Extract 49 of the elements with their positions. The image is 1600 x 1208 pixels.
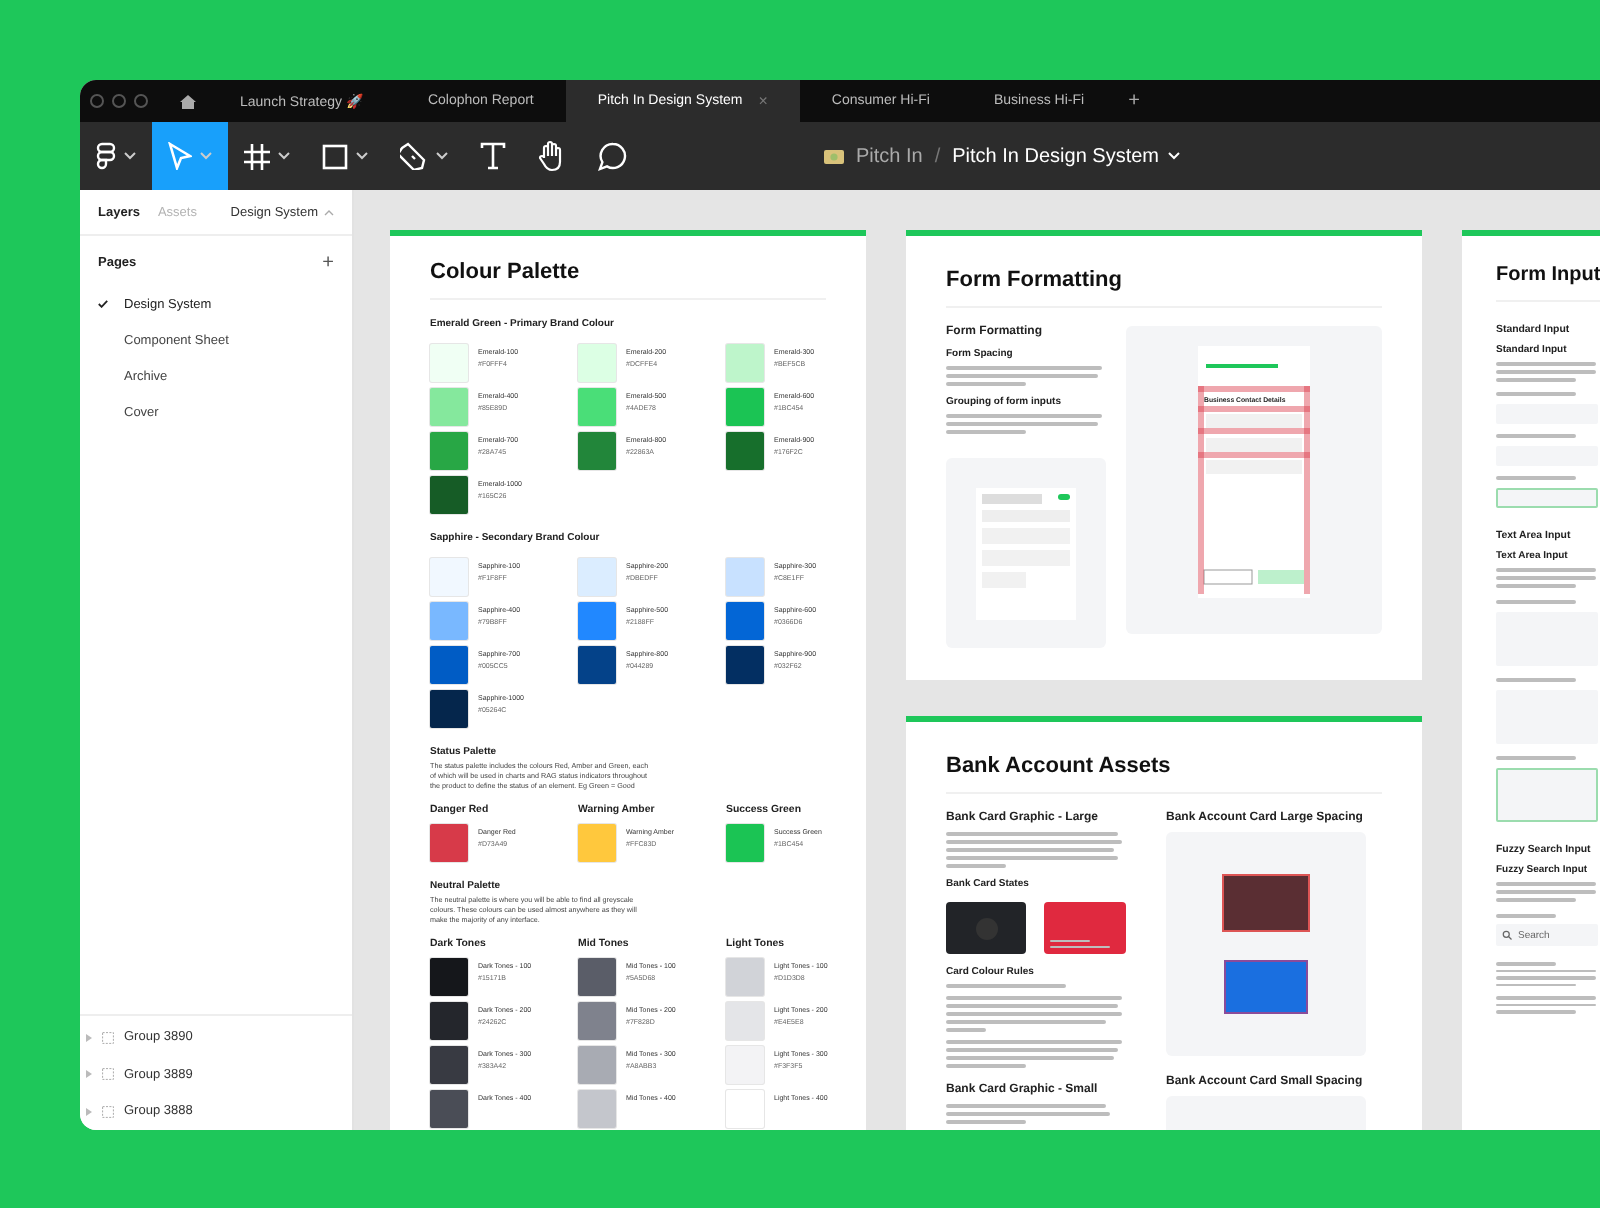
text-lines-drawing [1496, 600, 1576, 604]
text-lines-drawing [1496, 756, 1576, 760]
caret-icon [200, 152, 212, 160]
hand-icon [538, 140, 566, 172]
text-lines-drawing [1496, 434, 1576, 438]
figma-logo-icon [96, 142, 116, 170]
caret-icon [356, 152, 368, 160]
caret-icon [124, 152, 136, 160]
text-tool-icon [480, 142, 506, 170]
comment-icon [598, 141, 628, 171]
group-icon [102, 1031, 114, 1044]
window-zoom-control[interactable] [134, 94, 148, 108]
text-lines-drawing [1050, 939, 1111, 948]
text-lines-drawing [1496, 392, 1576, 396]
file-name-menu[interactable]: Pitch In Design System [952, 145, 1180, 167]
frame-title: Colour Palette [430, 260, 826, 300]
caret-icon [1167, 152, 1180, 160]
team-name[interactable]: Pitch In [856, 145, 923, 167]
group-icon [102, 1068, 114, 1081]
text-lines-drawing [1496, 568, 1596, 588]
check-icon [98, 300, 108, 308]
window-minimize-control[interactable] [112, 94, 126, 108]
caret-icon [436, 152, 448, 160]
frame-title: Form Input [1496, 264, 1600, 302]
text-lines-drawing [1496, 882, 1596, 902]
text-lines-drawing [1496, 362, 1596, 382]
group-icon [102, 1105, 114, 1118]
pen-icon [400, 142, 428, 170]
cursor-icon [168, 142, 192, 170]
caret-icon [278, 152, 290, 160]
rectangle-icon [322, 143, 348, 169]
text-lines-drawing [1496, 962, 1596, 986]
home-icon[interactable] [180, 93, 196, 109]
text-lines-drawing [1496, 996, 1596, 1013]
add-page-button[interactable]: + [322, 252, 334, 274]
window-close-control[interactable] [90, 94, 104, 108]
text-lines-drawing [1496, 476, 1576, 480]
text-lines-drawing [946, 984, 1066, 988]
text-lines-drawing [1496, 914, 1556, 918]
caret-icon [324, 209, 334, 215]
team-emoji-icon [824, 149, 844, 163]
frame-title: Bank Account Assets [946, 754, 1382, 794]
new-tab-button[interactable]: + [1128, 90, 1140, 112]
frame-title: Form Formatting [946, 268, 1382, 308]
bank-card-drawing [946, 902, 1027, 954]
text-lines-drawing [1496, 678, 1576, 682]
breadcrumb-separator: / [934, 145, 941, 167]
search-icon [1502, 930, 1512, 940]
frame-icon [244, 143, 270, 169]
